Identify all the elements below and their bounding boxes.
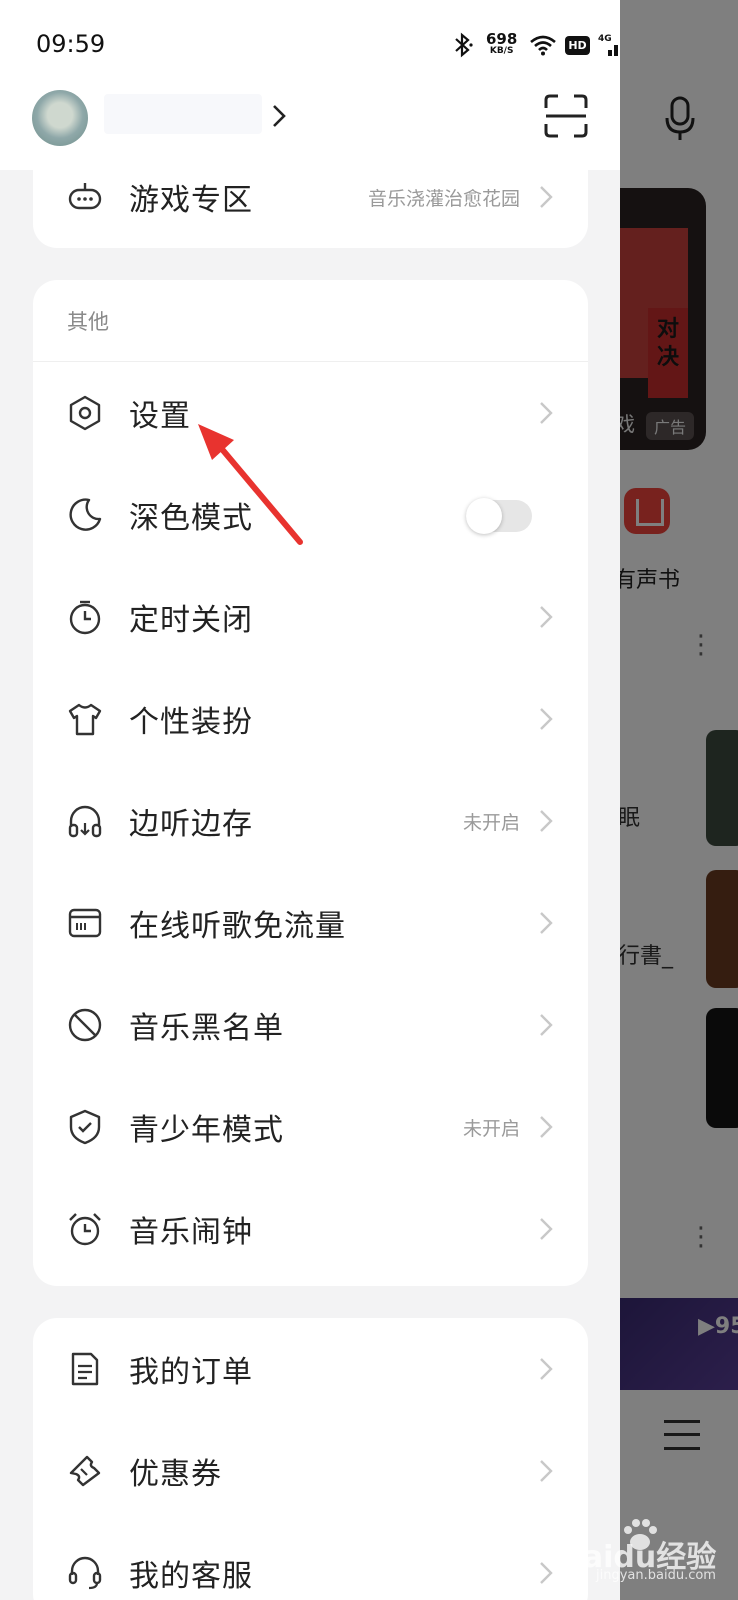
- menu-item-settings[interactable]: 设置: [33, 362, 588, 464]
- block-icon: [67, 1007, 103, 1043]
- watermark-sub: jingyan.baidu.com: [596, 1568, 716, 1583]
- chevron-right-icon: [540, 912, 553, 934]
- svg-text:4G: 4G: [598, 34, 612, 44]
- status-bar: 09:59 698KB/S HD 4G 43: [0, 0, 620, 90]
- timer-icon: [67, 599, 103, 635]
- data-card-icon: [67, 905, 103, 941]
- menu-item-sleep-timer[interactable]: 定时关闭: [33, 566, 588, 668]
- menu-item-dark-mode[interactable]: 深色模式: [33, 464, 588, 566]
- scan-icon[interactable]: [544, 94, 588, 138]
- toggle-knob: [466, 498, 502, 534]
- menu-item-coupons[interactable]: 优惠券: [33, 1420, 588, 1522]
- menu-item-blacklist[interactable]: 音乐黑名单: [33, 974, 588, 1076]
- customer-service-icon: [67, 1555, 103, 1591]
- avatar[interactable]: [32, 90, 88, 146]
- menu-item-customer-service[interactable]: 我的客服: [33, 1522, 588, 1600]
- other-section-card: 其他 设置 深色模式 定时关闭 个性装扮 边听边存 未开启 在线听歌免流量 音乐…: [33, 280, 588, 1286]
- gamepad-icon: [67, 179, 103, 215]
- baidu-jingyan-watermark: Baidu经验 jingyan.baidu.com: [560, 1514, 738, 1584]
- section-header: 其他: [33, 280, 588, 362]
- menu-item-my-orders[interactable]: 我的订单: [33, 1318, 588, 1420]
- menu-item-label: 我的订单: [129, 1355, 253, 1390]
- menu-item-label: 我的客服: [129, 1559, 253, 1594]
- menu-item-label: 在线听歌免流量: [129, 909, 346, 944]
- menu-item-personalize[interactable]: 个性装扮: [33, 668, 588, 770]
- annotation-arrow: [198, 424, 303, 545]
- menu-item-label: 个性装扮: [129, 705, 253, 740]
- chevron-right-icon: [540, 708, 553, 730]
- settings-icon: [67, 395, 103, 431]
- menu-item-listen-and-save[interactable]: 边听边存 未开启: [33, 770, 588, 872]
- status-icons: 698KB/S HD 4G 43: [452, 30, 620, 60]
- menu-item-label: 定时关闭: [129, 603, 253, 638]
- net-speed-unit: KB/S: [489, 46, 514, 56]
- menu-item-value: 未开启: [462, 1117, 520, 1140]
- menu-item-label: 设置: [129, 399, 191, 434]
- moon-icon: [67, 497, 103, 533]
- signal-icon: 4G: [598, 34, 620, 56]
- menu-item-label: 边听边存: [129, 807, 253, 842]
- order-icon: [67, 1351, 103, 1387]
- menu-item-label: 青少年模式: [129, 1113, 284, 1148]
- bluetooth-icon: [455, 32, 473, 58]
- profile-bar: [0, 90, 620, 170]
- menu-item-label: 优惠券: [129, 1457, 222, 1492]
- side-drawer: 游戏专区 音乐浇灌治愈花园 09:59 698KB/S HD 4G 43 其他: [0, 0, 620, 1600]
- dark-mode-toggle[interactable]: [466, 498, 532, 534]
- chevron-right-icon: [540, 1460, 553, 1482]
- chevron-right-icon: [540, 1014, 553, 1036]
- chevron-right-icon: [540, 1562, 553, 1584]
- username[interactable]: [104, 94, 262, 134]
- chevron-right-icon: [540, 186, 553, 208]
- chevron-right-icon: [540, 1358, 553, 1380]
- shield-check-icon: [67, 1109, 103, 1145]
- chevron-right-icon: [540, 1218, 553, 1240]
- chevron-right-icon: [540, 606, 553, 628]
- status-time: 09:59: [36, 30, 106, 58]
- menu-item-value: 音乐浇灌治愈花园: [367, 187, 520, 210]
- tshirt-icon: [67, 701, 103, 737]
- chevron-right-icon: [540, 1116, 553, 1138]
- menu-item-label: 音乐黑名单: [129, 1011, 284, 1046]
- menu-item-music-alarm[interactable]: 音乐闹钟: [33, 1178, 588, 1280]
- chevron-right-icon[interactable]: [268, 102, 292, 130]
- menu-item-teen-mode[interactable]: 青少年模式 未开启: [33, 1076, 588, 1178]
- chevron-right-icon: [540, 402, 553, 424]
- menu-item-free-data[interactable]: 在线听歌免流量: [33, 872, 588, 974]
- alarm-icon: [67, 1211, 103, 1247]
- net-speed: 698 KB/S: [486, 30, 518, 57]
- net-speed-value: 698: [486, 30, 518, 48]
- menu-item-label: 音乐闹钟: [129, 1215, 253, 1250]
- headphones-icon: [67, 803, 103, 839]
- menu-item-value: 未开启: [462, 811, 520, 834]
- chevron-right-icon: [540, 810, 553, 832]
- wifi-icon: [530, 35, 557, 56]
- hd-badge: HD: [565, 35, 590, 55]
- bottom-section-card: 我的订单 优惠券 我的客服: [33, 1318, 588, 1600]
- menu-item-label: 游戏专区: [129, 183, 253, 218]
- coupon-icon: [67, 1453, 103, 1489]
